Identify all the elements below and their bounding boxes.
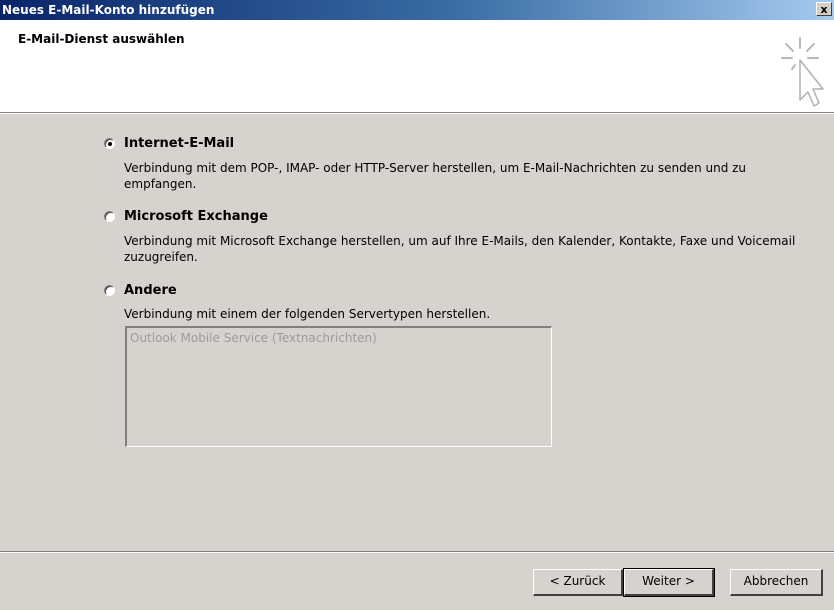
close-icon: x <box>820 3 828 16</box>
internet-email-radio[interactable] <box>104 138 115 149</box>
server-types-listbox[interactable]: Outlook Mobile Service (Textnachrichten) <box>125 326 552 447</box>
footer-divider-highlight <box>0 552 834 553</box>
internet-email-label[interactable]: Internet-E-Mail <box>124 136 234 151</box>
andere-description: Verbindung mit einem der folgenden Serve… <box>124 307 491 321</box>
andere-label[interactable]: Andere <box>124 283 177 298</box>
window-title: Neues E-Mail-Konto hinzufügen <box>2 3 215 17</box>
header-divider <box>0 113 834 114</box>
radio-selected-dot <box>108 142 112 146</box>
close-button[interactable]: x <box>816 2 832 16</box>
andere-radio[interactable] <box>104 285 115 296</box>
page-title: E-Mail-Dienst auswählen <box>18 32 185 46</box>
list-item[interactable]: Outlook Mobile Service (Textnachrichten) <box>130 331 377 345</box>
next-button[interactable]: Weiter > <box>623 568 715 597</box>
back-button[interactable]: < Zurück <box>533 569 623 596</box>
title-bar: Neues E-Mail-Konto hinzufügen x <box>0 0 834 20</box>
wizard-header: E-Mail-Dienst auswählen <box>0 20 834 113</box>
cancel-button[interactable]: Abbrechen <box>730 569 823 596</box>
microsoft-exchange-label[interactable]: Microsoft Exchange <box>124 209 268 224</box>
wizard-cursor-icon <box>781 37 824 107</box>
internet-email-description: Verbindung mit dem POP-, IMAP- oder HTTP… <box>124 161 747 191</box>
microsoft-exchange-radio[interactable] <box>104 211 115 222</box>
microsoft-exchange-description: Verbindung mit Microsoft Exchange herste… <box>124 234 796 264</box>
